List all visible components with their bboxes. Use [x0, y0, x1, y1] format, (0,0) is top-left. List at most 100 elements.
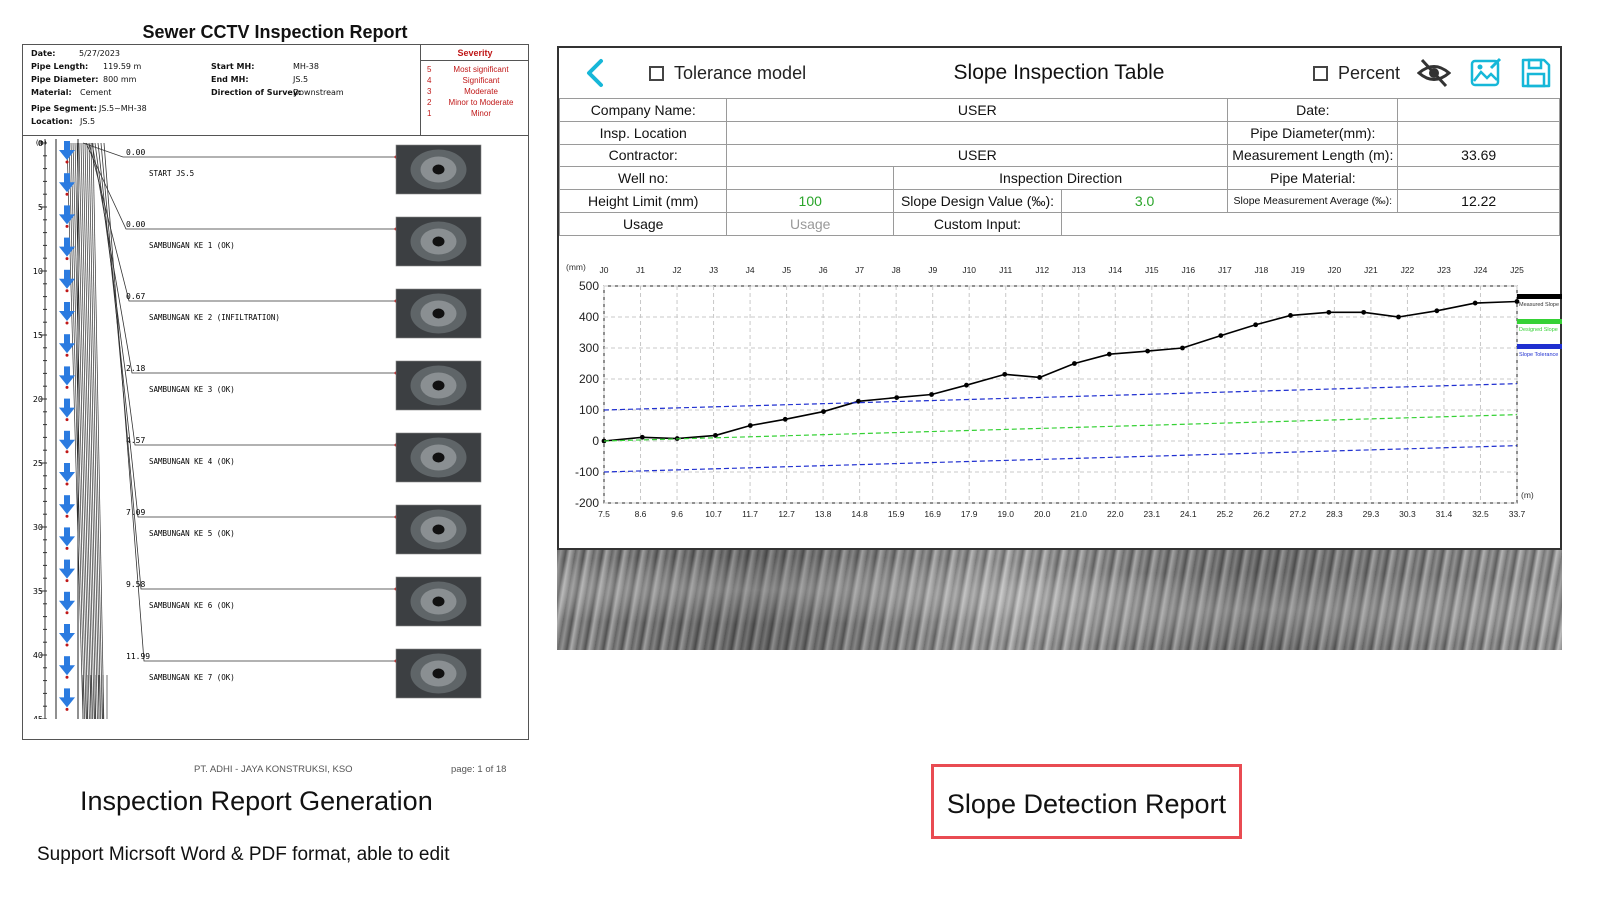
- y-tick-label: 0: [592, 434, 599, 448]
- observation-label: SAMBUNGAN KE 3 (OK): [149, 385, 235, 394]
- height-limit-value[interactable]: 100: [726, 189, 895, 213]
- arrow-head: [59, 665, 75, 676]
- observation-label: SAMBUNGAN KE 7 (OK): [149, 673, 235, 682]
- report-title: Sewer CCTV Inspection Report: [142, 22, 408, 42]
- defect-arrow-icon: [59, 366, 75, 389]
- measured-point: [1288, 313, 1293, 318]
- arrow-point: [65, 192, 69, 196]
- y-tick-label: 500: [579, 279, 599, 293]
- y-tick-label: 300: [579, 341, 599, 355]
- tolerance-label[interactable]: Tolerance model: [674, 63, 806, 84]
- measure-length-value: 33.69: [1397, 143, 1560, 168]
- joint-label: J11: [999, 265, 1012, 275]
- measured-point: [639, 434, 645, 440]
- defect-arrow-icon: [59, 591, 75, 615]
- defect-arrow-icon: [59, 688, 75, 711]
- arrow-point: [65, 257, 69, 261]
- x-tick-label: 21.0: [1070, 509, 1087, 519]
- average-value: 12.22: [1397, 189, 1560, 213]
- report-page: Date: 5/27/2023 Pipe Length: 119.59 m Pi…: [22, 44, 529, 740]
- joint-label: J10: [962, 265, 976, 275]
- legend-swatch: [1517, 294, 1562, 299]
- y-tick-label: -200: [575, 496, 599, 510]
- arrow-shaft: [64, 591, 70, 602]
- depth-tick-label: 45: [33, 715, 43, 719]
- material-label: Pipe Material:: [1227, 166, 1399, 191]
- date-value[interactable]: [1397, 98, 1560, 122]
- joint-label: J7: [855, 265, 864, 275]
- arrow-head: [59, 568, 75, 579]
- arrow-head: [59, 214, 75, 225]
- measured-point: [929, 392, 934, 397]
- arrow-head: [59, 150, 75, 160]
- arrow-head: [59, 311, 75, 321]
- x-tick-label: 22.0: [1107, 509, 1124, 519]
- x-tick-label: 27.2: [1290, 509, 1307, 519]
- table-row: Insp. Location Pipe Diameter(mm):: [558, 120, 1560, 145]
- save-icon[interactable]: [1519, 56, 1553, 90]
- arrow-shaft: [64, 688, 70, 699]
- joint-label: J5: [782, 265, 791, 275]
- joint-label: J0: [600, 265, 609, 275]
- observation-thumbnail: [395, 216, 482, 267]
- x-tick-label: 26.2: [1253, 509, 1270, 519]
- joint-label: J21: [1364, 265, 1378, 275]
- back-icon[interactable]: [581, 56, 609, 90]
- slope-chart: (mm) (m) 500 400 300 200 100 0 -100 -2007.5 J0 8.6 J…: [566, 262, 1562, 519]
- tolerance-checkbox[interactable]: [649, 66, 664, 81]
- joint-label: J19: [1291, 265, 1305, 275]
- joint-label: J6: [819, 265, 828, 275]
- arrow-point: [65, 224, 69, 228]
- joint-label: J9: [928, 265, 937, 275]
- x-tick-label: 28.3: [1326, 509, 1343, 519]
- arrow-shaft: [64, 269, 70, 280]
- measured-point: [1326, 309, 1332, 315]
- legend-swatch: [1517, 319, 1562, 324]
- observation-thumbnail: [395, 288, 482, 339]
- measured-point: [821, 409, 826, 414]
- location-value[interactable]: [726, 120, 1229, 145]
- arrow-point: [65, 418, 69, 422]
- well-value[interactable]: [726, 166, 895, 191]
- arrow-shaft: [64, 430, 70, 441]
- defect-arrow-icon: [59, 463, 75, 486]
- arrow-point: [65, 707, 69, 711]
- percent-checkbox[interactable]: [1313, 66, 1328, 81]
- y-unit-label: (mm): [566, 262, 586, 272]
- company-value[interactable]: USER: [726, 98, 1229, 122]
- joint-label: J17: [1218, 265, 1232, 275]
- table-row: Contractor: USER Measurement Length (m):…: [558, 143, 1560, 168]
- arrow-point: [65, 579, 69, 583]
- custom-input-field[interactable]: [1060, 211, 1561, 236]
- observation-thumbnail: [395, 144, 482, 195]
- x-tick-label: 7.5: [598, 509, 610, 519]
- arrow-head: [59, 375, 75, 386]
- measured-point: [782, 416, 788, 422]
- x-tick-label: 9.6: [671, 509, 683, 519]
- joint-label: J1: [636, 265, 645, 275]
- design-value[interactable]: 3.0: [1060, 189, 1229, 213]
- arrow-point: [65, 321, 69, 325]
- observation-label: SAMBUNGAN KE 4 (OK): [149, 457, 235, 466]
- plot-area: [603, 285, 1518, 504]
- percent-label[interactable]: Percent: [1338, 63, 1400, 84]
- eye-off-icon[interactable]: [1416, 56, 1452, 90]
- arrow-shaft: [64, 624, 70, 634]
- table-row: Height Limit (mm) 100 Slope Design Value…: [558, 189, 1560, 213]
- contractor-value[interactable]: USER: [726, 143, 1229, 168]
- usage-input[interactable]: Usage: [726, 211, 895, 236]
- material-value[interactable]: [1397, 166, 1560, 191]
- pipe-diameter-value[interactable]: [1397, 120, 1560, 145]
- observation-label: START JS.5: [149, 169, 194, 178]
- arrow-point: [65, 546, 69, 550]
- measured-point: [1002, 371, 1008, 377]
- joint-label: J18: [1255, 265, 1269, 275]
- joint-label: J14: [1108, 265, 1122, 275]
- direction-label[interactable]: Inspection Direction: [893, 166, 1229, 191]
- measured-point: [1434, 308, 1440, 314]
- image-edit-icon[interactable]: [1469, 56, 1503, 90]
- table-row: Usage Usage Custom Input:: [558, 211, 1561, 236]
- caption-report-generation: Inspection Report Generation: [80, 786, 433, 816]
- measured-point: [1361, 309, 1367, 315]
- arrow-point: [65, 675, 69, 679]
